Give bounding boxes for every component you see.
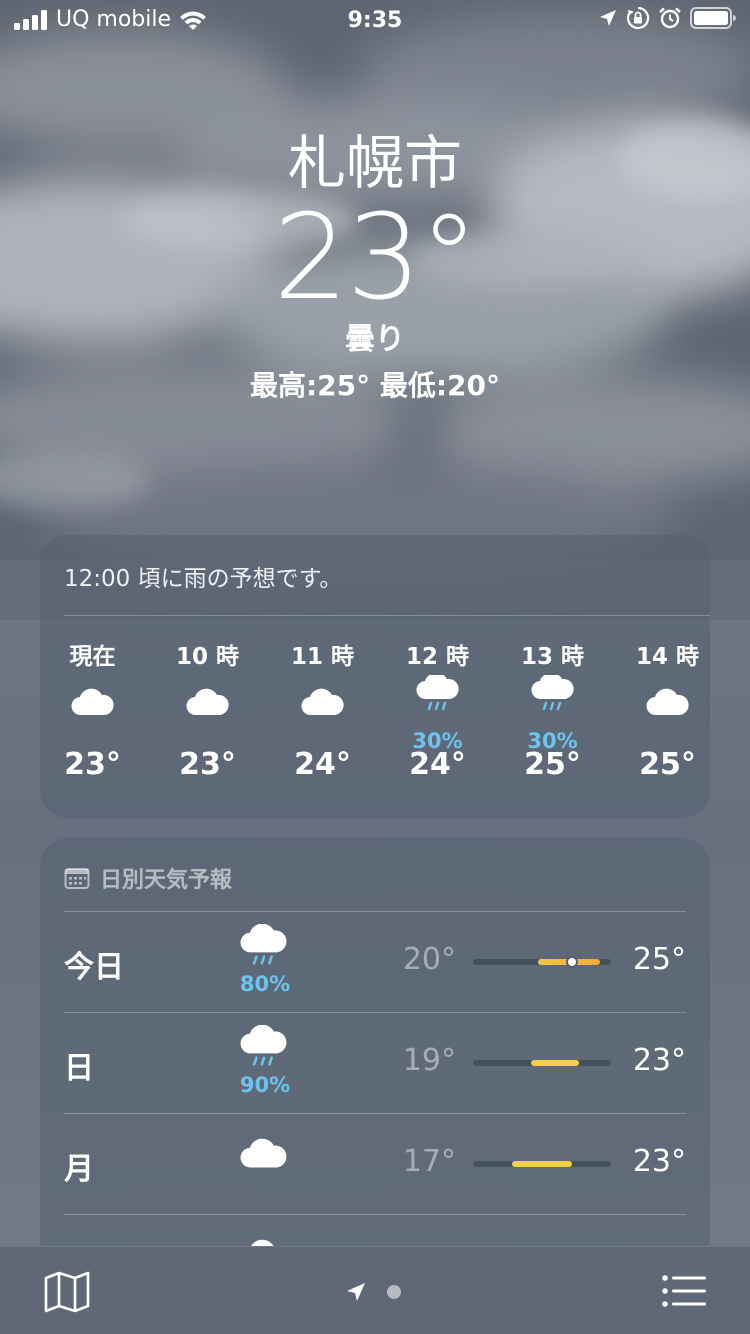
cloud-rain-icon: [416, 675, 459, 711]
cloud-rain-icon: [531, 675, 574, 711]
cloud-icon: [300, 688, 344, 716]
current-condition: 曇り: [345, 322, 405, 357]
status-bar: UQ mobile 9:35: [0, 0, 750, 40]
hour-label: 13 時: [520, 644, 584, 670]
day-name: 月: [64, 1152, 94, 1187]
daily-forecast-card[interactable]: 日別天気予報 今日 80% 20° 25° 日 90% 19° 23° 月 17…: [40, 838, 710, 1268]
alarm-icon: [659, 7, 681, 29]
hour-item: 13 時 30% 25°: [495, 641, 610, 782]
hour-temperature: 25°: [639, 747, 696, 782]
low-temperature: 17°: [402, 1144, 456, 1179]
hour-label: 14 時: [635, 644, 699, 670]
rotation-lock-icon: [626, 6, 650, 30]
temperature-range-fill: [511, 1161, 573, 1167]
forecast-summary: 12:00 頃に雨の予想です。: [64, 566, 343, 592]
precip-chance: 80%: [239, 972, 291, 996]
cloud-icon: [240, 1138, 287, 1168]
day-row-monday: 月 17° 23°: [40, 1114, 710, 1214]
hour-item: 14 時 25°: [610, 641, 710, 782]
precip-chance: 90%: [239, 1073, 291, 1097]
hour-item: 現在 23°: [40, 641, 150, 782]
location-arrow-icon: [347, 1283, 365, 1301]
current-temperature: 23°: [273, 188, 478, 326]
high-low-temperature: 最高:25° 最低:20°: [249, 369, 501, 402]
hour-label: 10 時: [175, 644, 239, 670]
hour-item: 12 時 30% 24°: [380, 641, 495, 782]
hourly-forecast-card[interactable]: 12:00 頃に雨の予想です。 現在 23° 10 時 23° 11 時 24°…: [40, 535, 710, 818]
hour-temperature: 23°: [64, 747, 121, 782]
hour-label: 11 時: [290, 644, 354, 670]
precip-chance: 30%: [527, 729, 578, 753]
high-temperature: 23°: [632, 1144, 686, 1179]
temperature-range-fill: [530, 1060, 580, 1066]
low-temperature: 20°: [402, 942, 456, 977]
high-temperature: 25°: [632, 942, 686, 977]
cloud-rain-icon: [240, 1025, 287, 1066]
low-temperature: 19°: [402, 1043, 456, 1078]
hour-item: 10 時 23°: [150, 641, 265, 782]
cloud-icon: [185, 688, 229, 716]
day-row-today: 今日 80% 20° 25°: [40, 912, 710, 1012]
battery-icon: [690, 7, 736, 29]
precip-chance: 30%: [412, 729, 463, 753]
cloud-icon: [70, 688, 114, 716]
temperature-range-bar: [473, 1161, 611, 1167]
bottom-toolbar: [0, 1246, 750, 1334]
high-temperature: 23°: [632, 1043, 686, 1078]
hour-label: 12 時: [405, 644, 469, 670]
calendar-icon: [64, 868, 90, 889]
page-indicator[interactable]: [345, 1281, 401, 1303]
daily-forecast-header: 日別天気予報: [64, 862, 232, 894]
page-dot: [387, 1285, 401, 1299]
status-right: [598, 6, 736, 30]
location-arrow-icon: [600, 10, 616, 26]
cloud-rain-icon: [240, 924, 287, 965]
hour-label: 現在: [69, 644, 116, 670]
current-weather: 札幌市 23° 曇り 最高:25° 最低:20°: [0, 128, 750, 406]
hour-temperature: 23°: [179, 747, 236, 782]
temperature-range-bar: [473, 1060, 611, 1066]
list-icon[interactable]: [662, 1275, 706, 1307]
temperature-range-bar: [473, 958, 611, 966]
cloud-icon: [645, 688, 689, 716]
hour-temperature: 24°: [294, 747, 351, 782]
daily-header-label: 日別天気予報: [100, 868, 233, 893]
hour-item: 11 時 24°: [265, 641, 380, 782]
map-icon[interactable]: [44, 1271, 90, 1313]
day-name: 日: [64, 1051, 94, 1086]
day-row-sunday: 日 90% 19° 23°: [40, 1013, 710, 1113]
day-name: 今日: [64, 950, 124, 985]
divider: [64, 615, 710, 616]
